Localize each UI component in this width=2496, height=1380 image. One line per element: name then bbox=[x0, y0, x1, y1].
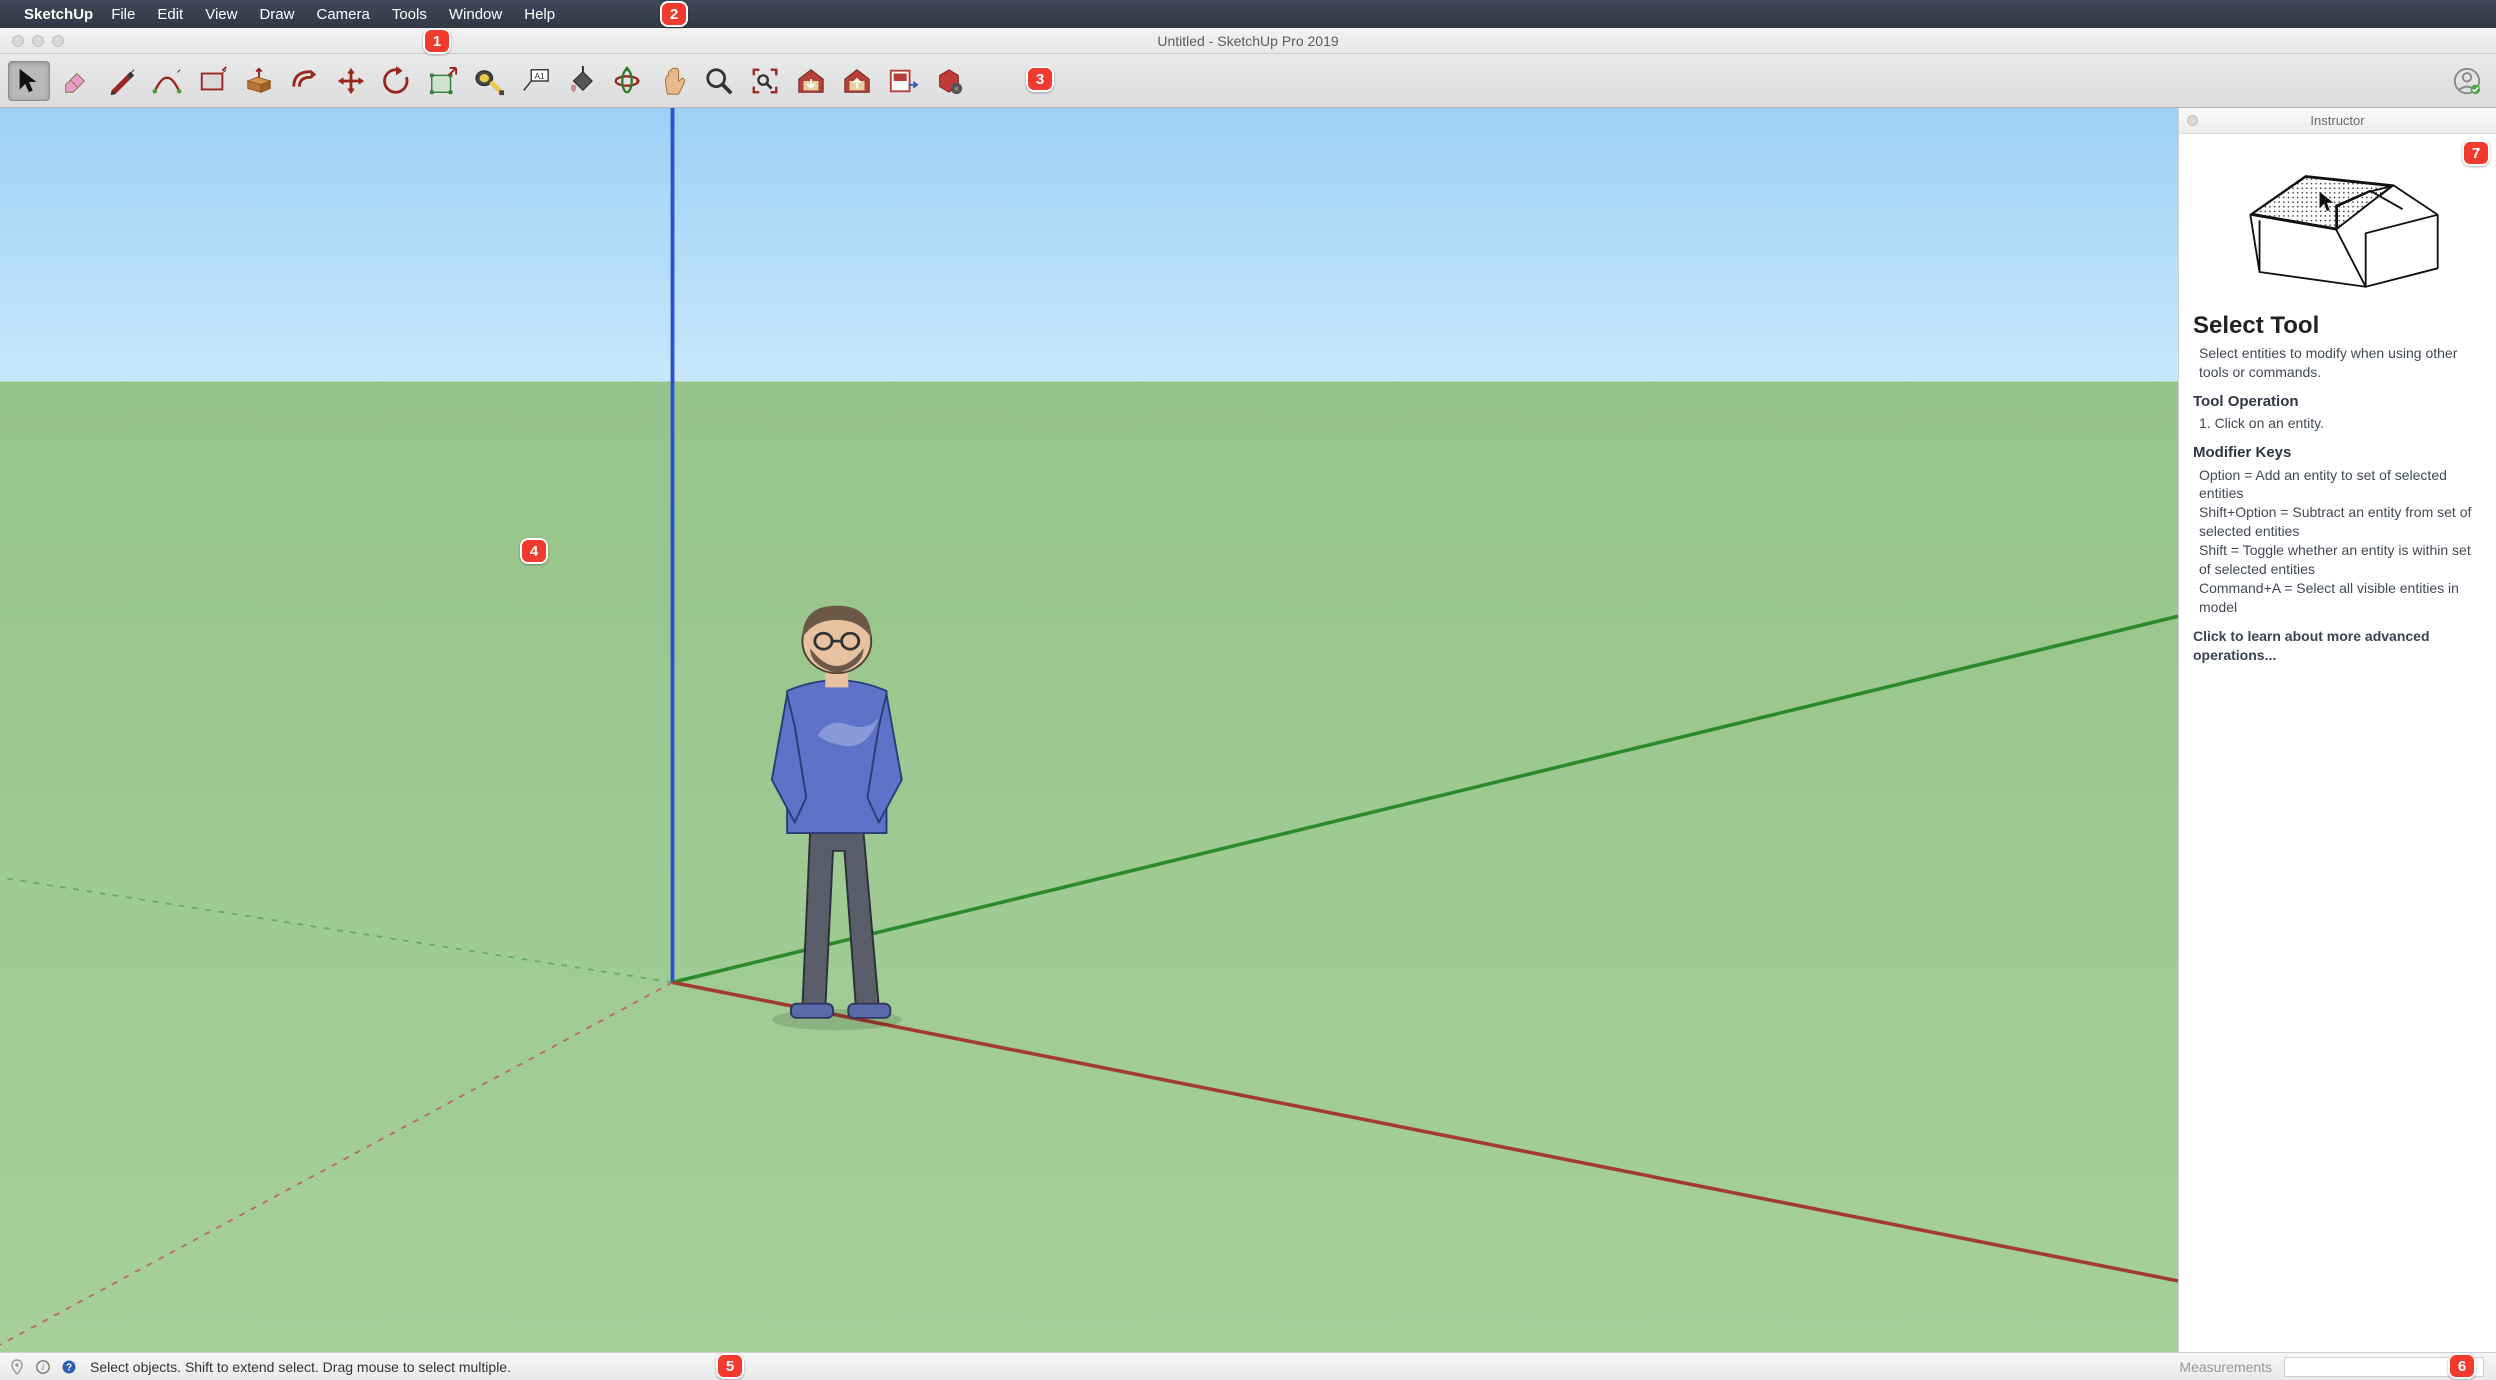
instructor-panel: Instructor bbox=[2178, 108, 2496, 1352]
status-hint: Select objects. Shift to extend select. … bbox=[90, 1359, 511, 1375]
paint-bucket-icon bbox=[566, 66, 596, 96]
zoom-extents-icon bbox=[750, 66, 780, 96]
svg-text:?: ? bbox=[66, 1362, 72, 1373]
arc-icon bbox=[152, 66, 182, 96]
callout-5: 5 bbox=[716, 1353, 744, 1379]
scale-tool-button[interactable] bbox=[422, 61, 464, 101]
rotate-icon bbox=[382, 66, 412, 96]
ruby-gear-icon bbox=[934, 66, 964, 96]
instructor-learn-more-link[interactable]: Click to learn about more advanced opera… bbox=[2193, 627, 2482, 665]
text-label-icon: A1 bbox=[520, 66, 550, 96]
warehouse-download-icon bbox=[796, 66, 826, 96]
modifier-key-line: Shift = Toggle whether an entity is with… bbox=[2199, 541, 2482, 579]
orbit-tool-button[interactable] bbox=[606, 61, 648, 101]
scale-icon bbox=[428, 66, 458, 96]
instructor-tool-description: Select entities to modify when using oth… bbox=[2199, 344, 2482, 382]
pan-tool-button[interactable] bbox=[652, 61, 694, 101]
callout-3: 3 bbox=[1026, 66, 1054, 92]
paint-bucket-tool-button[interactable] bbox=[560, 61, 602, 101]
layout-icon bbox=[888, 66, 918, 96]
instructor-illustration: 7 bbox=[2179, 134, 2496, 304]
hand-icon bbox=[658, 66, 688, 96]
document-titlebar: Untitled - SketchUp Pro 2019 1 bbox=[0, 28, 2496, 54]
move-tool-button[interactable] bbox=[330, 61, 372, 101]
warehouse-upload-icon bbox=[842, 66, 872, 96]
extension-warehouse-button[interactable] bbox=[928, 61, 970, 101]
modifier-key-line: Option = Add an entity to set of selecte… bbox=[2199, 466, 2482, 504]
orbit-icon bbox=[612, 66, 642, 96]
help-icon[interactable]: ? bbox=[60, 1358, 78, 1376]
cursor-icon bbox=[14, 66, 44, 96]
eraser-tool-button[interactable] bbox=[54, 61, 96, 101]
svg-text:i: i bbox=[42, 1362, 45, 1372]
select-tool-button[interactable] bbox=[8, 61, 50, 101]
instructor-title-label: Instructor bbox=[2179, 113, 2496, 128]
layout-button[interactable] bbox=[882, 61, 924, 101]
magnifier-icon bbox=[704, 66, 734, 96]
modifier-key-line: Shift+Option = Subtract an entity from s… bbox=[2199, 503, 2482, 541]
arc-tool-button[interactable] bbox=[146, 61, 188, 101]
zoom-tool-button[interactable] bbox=[698, 61, 740, 101]
instructor-modifiers-heading: Modifier Keys bbox=[2193, 443, 2482, 463]
menu-draw[interactable]: Draw bbox=[259, 6, 294, 23]
svg-text:A1: A1 bbox=[535, 71, 546, 81]
share-component-button[interactable] bbox=[836, 61, 878, 101]
main-area: 4 Instructor bbox=[0, 108, 2496, 1352]
window-title: Untitled - SketchUp Pro 2019 bbox=[0, 33, 2496, 49]
sign-in-button[interactable] bbox=[2446, 61, 2488, 101]
toolbar: A1 3 bbox=[0, 54, 2496, 108]
house-illustration-icon bbox=[2218, 149, 2458, 299]
menu-window[interactable]: Window bbox=[449, 6, 502, 23]
push-pull-icon bbox=[244, 66, 274, 96]
menu-file[interactable]: File bbox=[111, 6, 135, 23]
instructor-operation-text: 1. Click on an entity. bbox=[2199, 414, 2482, 433]
offset-tool-button[interactable] bbox=[284, 61, 326, 101]
tape-measure-icon bbox=[474, 66, 504, 96]
tape-measure-tool-button[interactable] bbox=[468, 61, 510, 101]
instructor-tool-title: Select Tool bbox=[2193, 310, 2482, 342]
menu-edit[interactable]: Edit bbox=[157, 6, 183, 23]
menu-tools[interactable]: Tools bbox=[392, 6, 427, 23]
geolocation-icon[interactable] bbox=[8, 1358, 26, 1376]
rectangle-tool-button[interactable] bbox=[192, 61, 234, 101]
menu-camera[interactable]: Camera bbox=[316, 6, 369, 23]
credits-icon[interactable]: i bbox=[34, 1358, 52, 1376]
line-tool-button[interactable] bbox=[100, 61, 142, 101]
rotate-tool-button[interactable] bbox=[376, 61, 418, 101]
measurements-label: Measurements bbox=[2179, 1359, 2272, 1375]
offset-icon bbox=[290, 66, 320, 96]
zoom-extents-tool-button[interactable] bbox=[744, 61, 786, 101]
menu-view[interactable]: View bbox=[205, 6, 237, 23]
3d-warehouse-button[interactable] bbox=[790, 61, 832, 101]
menu-help[interactable]: Help bbox=[524, 6, 555, 23]
app-name[interactable]: SketchUp bbox=[24, 6, 93, 23]
pencil-icon bbox=[106, 66, 136, 96]
callout-7: 7 bbox=[2462, 140, 2490, 166]
viewport-drawing bbox=[0, 108, 2178, 1352]
measurements-input[interactable] bbox=[2284, 1357, 2484, 1377]
modifier-key-line: Command+A = Select all visible entities … bbox=[2199, 579, 2482, 617]
3d-viewport[interactable]: 4 bbox=[0, 108, 2178, 1352]
push-pull-tool-button[interactable] bbox=[238, 61, 280, 101]
status-bar: i ? Select objects. Shift to extend sele… bbox=[0, 1352, 2496, 1380]
user-icon bbox=[2452, 66, 2482, 96]
eraser-icon bbox=[60, 66, 90, 96]
instructor-titlebar[interactable]: Instructor bbox=[2179, 108, 2496, 134]
text-tool-button[interactable]: A1 bbox=[514, 61, 556, 101]
rectangle-icon bbox=[198, 66, 228, 96]
callout-2: 2 bbox=[660, 1, 688, 27]
instructor-operation-heading: Tool Operation bbox=[2193, 392, 2482, 412]
move-icon bbox=[336, 66, 366, 96]
mac-menubar: SketchUp File Edit View Draw Camera Tool… bbox=[0, 0, 2496, 28]
